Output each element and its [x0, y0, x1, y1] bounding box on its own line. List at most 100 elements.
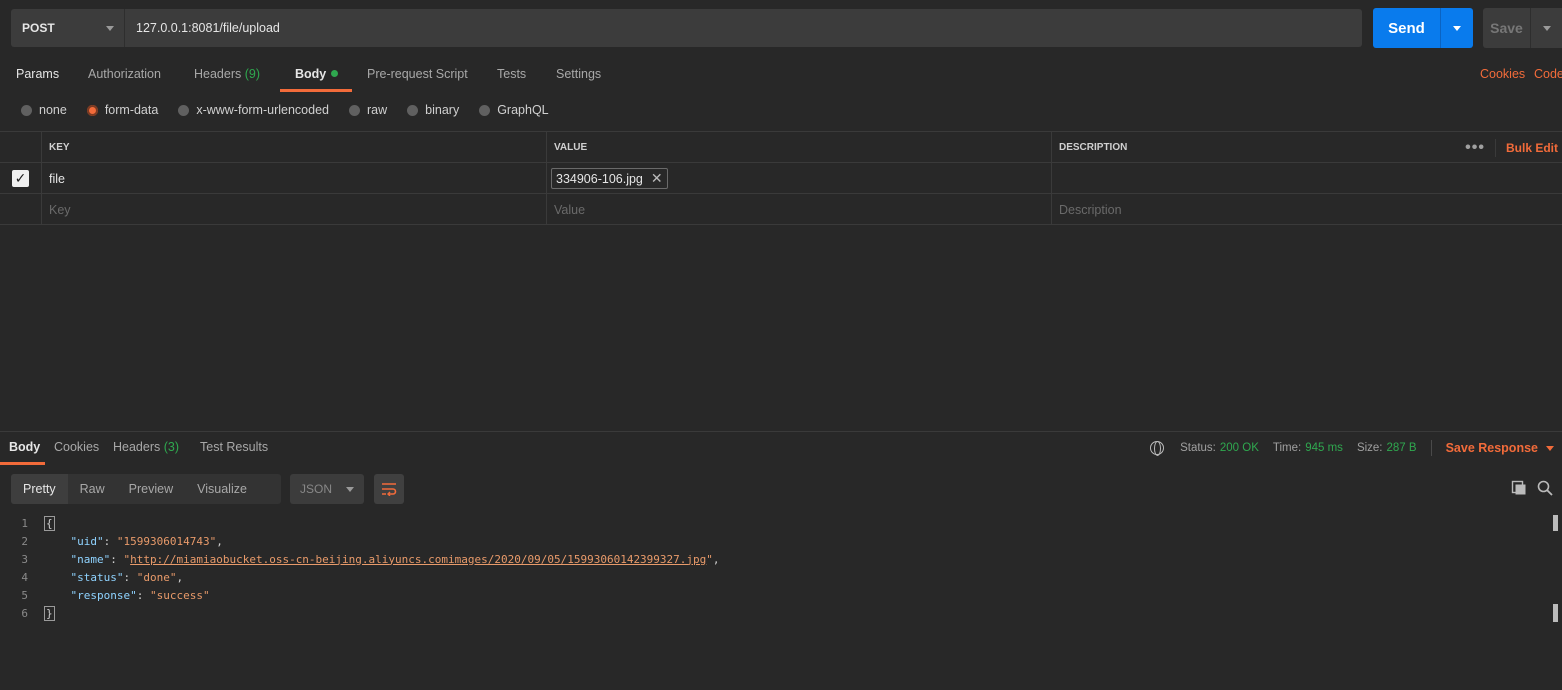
scrollbar-marker[interactable]	[1553, 515, 1558, 531]
json-key: "status"	[70, 570, 124, 584]
radio-graphql-label: GraphQL	[497, 103, 549, 117]
radio-raw[interactable]: raw	[349, 103, 387, 117]
table-header-row: KEY VALUE DESCRIPTION ••• Bulk Edit	[0, 132, 1562, 163]
code-line: 2 "uid": "1599306014743",	[0, 532, 1550, 550]
response-tab-headers[interactable]: Headers (3)	[113, 433, 179, 465]
cookies-link[interactable]: Cookies	[1480, 60, 1525, 92]
wrap-lines-icon	[382, 483, 397, 496]
response-format-bar: Pretty Raw Preview Visualize	[11, 474, 281, 504]
language-select[interactable]: JSON	[290, 474, 364, 504]
json-value: "http://miamiaobucket.oss-cn-beijing.ali…	[123, 552, 713, 566]
file-chip: 334906-106.jpg ✕	[551, 168, 668, 189]
header-checkbox-cell	[0, 132, 41, 163]
chevron-down-icon	[1542, 25, 1551, 31]
time-label: Time:	[1272, 442, 1302, 454]
table-actions: ••• Bulk Edit	[1455, 132, 1562, 163]
json-value: "1599306014743"	[116, 534, 217, 548]
response-active-tab-underline	[0, 462, 45, 465]
format-visualize-button[interactable]: Visualize	[185, 474, 259, 504]
url-input[interactable]: 127.0.0.1:8081/file/upload	[125, 21, 280, 35]
tab-params[interactable]: Params	[16, 60, 59, 92]
radio-binary[interactable]: binary	[407, 103, 459, 117]
radio-icon	[178, 104, 190, 116]
radio-icon	[407, 104, 419, 116]
copy-icon[interactable]	[1511, 480, 1527, 496]
remove-file-icon[interactable]: ✕	[651, 170, 663, 187]
code-link[interactable]: Code	[1534, 60, 1562, 92]
response-tab-body[interactable]: Body	[9, 433, 40, 465]
radio-form-data-label: form-data	[104, 103, 159, 117]
send-button[interactable]: Send	[1373, 8, 1441, 48]
json-url-link[interactable]: http://miamiaobucket.oss-cn-beijing.aliy…	[130, 553, 706, 566]
more-options-icon[interactable]: •••	[1455, 138, 1496, 157]
radio-urlencoded[interactable]: x-www-form-urlencoded	[178, 103, 329, 117]
json-key: "response"	[70, 588, 137, 602]
tab-settings[interactable]: Settings	[556, 60, 601, 92]
scrollbar-marker[interactable]	[1553, 604, 1558, 622]
format-pretty-button[interactable]: Pretty	[11, 474, 68, 504]
code-text: {	[44, 515, 55, 531]
divider	[1430, 440, 1432, 456]
send-options-button[interactable]	[1441, 8, 1473, 48]
size-value[interactable]: 287 B	[1387, 442, 1417, 454]
response-tab-test-results[interactable]: Test Results	[200, 433, 268, 465]
status-value[interactable]: 200 OK	[1220, 442, 1259, 454]
body-active-dot-icon	[331, 70, 339, 77]
globe-icon[interactable]	[1150, 441, 1165, 456]
new-value-input[interactable]: Value	[546, 194, 1051, 225]
column-header-key: KEY	[41, 132, 546, 163]
code-text: }	[44, 605, 55, 621]
table-row: ✓ file 334906-106.jpg ✕	[0, 163, 1562, 194]
row-checkbox-cell: ✓	[0, 163, 41, 194]
radio-graphql[interactable]: GraphQL	[479, 103, 549, 117]
code-line: 5 "response": "success"	[0, 586, 1550, 604]
new-description-input[interactable]: Description	[1051, 194, 1562, 225]
chevron-down-icon[interactable]	[1546, 445, 1554, 451]
format-raw-button[interactable]: Raw	[68, 474, 117, 504]
code-text: "name": "http://miamiaobucket.oss-cn-bei…	[70, 552, 720, 566]
time-value[interactable]: 945 ms	[1305, 442, 1343, 454]
file-chip-name: 334906-106.jpg	[556, 171, 643, 186]
chevron-down-icon	[346, 486, 354, 492]
row-description-field[interactable]	[1051, 163, 1562, 194]
column-header-value: VALUE	[546, 132, 1051, 163]
pane-divider[interactable]	[0, 431, 1562, 432]
method-label: POST	[22, 21, 55, 35]
format-preview-button[interactable]: Preview	[117, 474, 185, 504]
radio-raw-label: raw	[367, 103, 388, 117]
radio-icon	[21, 104, 32, 116]
bulk-edit-link[interactable]: Bulk Edit	[1496, 141, 1562, 155]
chevron-down-icon	[106, 25, 114, 31]
tab-authorization[interactable]: Authorization	[88, 60, 161, 92]
save-button[interactable]: Save	[1483, 8, 1531, 48]
tab-tests[interactable]: Tests	[497, 60, 526, 92]
new-row-checkbox-cell	[0, 194, 41, 225]
active-tab-underline	[280, 89, 352, 92]
radio-none-label: none	[39, 103, 67, 117]
tab-body[interactable]: Body	[295, 60, 339, 92]
code-text: "response": "success"	[70, 588, 210, 602]
save-response-button[interactable]: Save Response	[1446, 441, 1538, 455]
request-tabs: Params Authorization Headers (9) Body Pr…	[0, 60, 1562, 92]
body-type-radios: none form-data x-www-form-urlencoded raw…	[21, 103, 569, 117]
response-tab-cookies[interactable]: Cookies	[54, 433, 99, 465]
response-meta: Status: 200 OK Time: 945 ms Size: 287 B …	[1150, 433, 1554, 463]
code-line: 1 {	[0, 514, 1550, 532]
row-enabled-checkbox[interactable]: ✓	[12, 170, 29, 187]
code-line: 6 }	[0, 604, 1550, 622]
tab-headers[interactable]: Headers (9)	[194, 60, 260, 92]
json-key: "uid"	[70, 534, 104, 548]
method-select[interactable]: POST	[11, 9, 125, 47]
search-icon[interactable]	[1537, 480, 1553, 496]
row-value-field[interactable]: 334906-106.jpg ✕	[546, 163, 1051, 194]
response-body-editor[interactable]: 1 { 2 "uid": "1599306014743", 3 "name": …	[0, 514, 1550, 622]
save-options-button[interactable]	[1531, 8, 1562, 48]
radio-none[interactable]: none	[21, 103, 67, 117]
tab-pre-request-script[interactable]: Pre-request Script	[367, 60, 468, 92]
new-key-input[interactable]: Key	[41, 194, 546, 225]
json-value: "success"	[149, 588, 210, 602]
radio-urlencoded-label: x-www-form-urlencoded	[196, 103, 329, 117]
wrap-lines-button[interactable]	[374, 474, 404, 504]
radio-form-data[interactable]: form-data	[86, 103, 159, 117]
row-key-field[interactable]: file	[41, 163, 546, 194]
